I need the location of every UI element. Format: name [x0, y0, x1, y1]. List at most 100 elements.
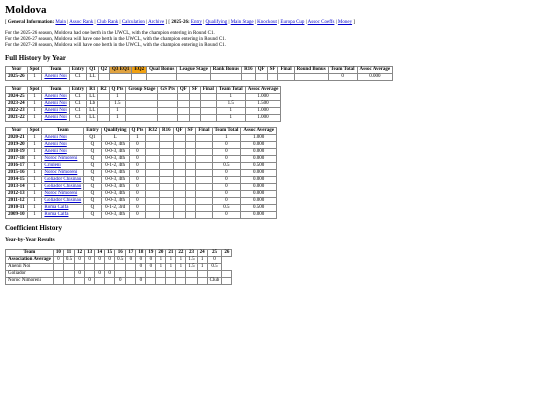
team-link[interactable]: Roma Calfa	[44, 212, 68, 217]
team-link[interactable]: Roma Calfa	[44, 205, 68, 210]
team-link[interactable]: Anenii Noi	[44, 94, 66, 99]
table-cell: 0-1-2, 4th	[100, 162, 130, 170]
table-cell	[195, 155, 213, 163]
table-cell: 0	[104, 270, 116, 278]
table-cell: 1	[155, 263, 167, 271]
team-link[interactable]: Anenii Noi	[44, 108, 66, 113]
column-header: Final	[277, 66, 295, 74]
table-row: 2023-24 1 Anenii Noi C1 Lb 1.5 1.5 1.500	[5, 100, 282, 108]
table-cell	[145, 270, 157, 278]
table-cell: 0	[52, 256, 64, 264]
table-cell	[158, 190, 174, 198]
column-header: 18	[135, 249, 147, 257]
table-cell: 0.5	[114, 256, 127, 264]
nav-link-entry[interactable]: Entry	[191, 20, 202, 25]
table-cell: 0.000	[240, 141, 277, 149]
table-cell: 1	[26, 107, 43, 115]
table-row: 2022-23 1 Anenii Noi C1 LL 1 1 1.000	[5, 107, 282, 115]
table-cell: 1	[108, 114, 127, 122]
table-cell: 1.000	[244, 107, 282, 115]
table-cell: Club	[206, 277, 223, 285]
page-title: Moldova	[5, 4, 47, 16]
table-row: 2024-25 1 Anenii Noi C1 LL 1 1 1.000	[5, 93, 282, 101]
berth-note: For the 2027-28 season, Moldova will hav…	[5, 43, 226, 48]
table-cell: C1	[68, 114, 88, 122]
team-link[interactable]: Noroc Nimoreni	[44, 170, 77, 175]
column-header: SF	[188, 86, 201, 94]
table-cell	[158, 148, 174, 156]
team-link[interactable]: Anenii Noi	[44, 135, 66, 140]
team-link[interactable]: Criuleni	[44, 163, 60, 168]
table-cell: LL	[86, 107, 99, 115]
team-link[interactable]: Anenii Noi	[44, 115, 66, 120]
column-header: Q3 EQ1	[109, 66, 133, 74]
nav-link-assoc-rank[interactable]: Assoc Rank	[69, 20, 93, 25]
table-cell	[277, 73, 295, 81]
team-link[interactable]: Goliador Chisinau	[44, 184, 81, 189]
table-cell: 0	[94, 256, 106, 264]
team-link[interactable]: Goliador Chisinau	[44, 198, 81, 203]
table-cell	[104, 263, 116, 271]
table-cell	[165, 270, 177, 278]
team-cell: Anenii Noi	[41, 134, 85, 142]
table-cell: 0-0-3, 4th	[100, 197, 130, 205]
table-cell: Q	[83, 211, 102, 219]
table-cell	[125, 100, 159, 108]
table-cell	[172, 183, 186, 191]
nav-link-assoc-coeffs[interactable]: Assoc Coeffs	[308, 20, 335, 25]
table-cell	[158, 155, 174, 163]
table-cell: 0	[135, 277, 147, 285]
table-cell	[184, 197, 197, 205]
nav-link-europa-cup[interactable]: Europa Cup	[280, 20, 304, 25]
nav-link-knockout[interactable]: Knockout	[257, 20, 277, 25]
column-header: 10	[52, 249, 64, 257]
table-cell	[188, 107, 201, 115]
team-link[interactable]: Anenii Noi	[44, 74, 66, 79]
table-cell	[172, 155, 186, 163]
team-link[interactable]: Noroc Nimoreni	[44, 191, 77, 196]
team-cell: Anenii Noi	[5, 263, 54, 271]
team-link[interactable]: Anenii Noi	[44, 142, 66, 147]
nav-link-main-stage[interactable]: Main Stage	[231, 20, 254, 25]
table-cell: 1	[26, 169, 43, 177]
table-cell	[188, 100, 201, 108]
nav-link-money[interactable]: Money	[338, 20, 352, 25]
table-cell: 1.5	[185, 256, 198, 264]
table-cell	[145, 155, 160, 163]
table-cell: 2025-26	[5, 73, 28, 81]
team-link[interactable]: Anenii Noi	[44, 149, 66, 154]
table-cell	[172, 162, 186, 170]
team-link[interactable]: Noroc Nimoreni	[44, 156, 77, 161]
nav-bar: [ General Information: Main | Assoc Rank…	[5, 20, 355, 25]
table-cell	[176, 100, 190, 108]
team-link[interactable]: Anenii Noi	[44, 101, 66, 106]
column-header: Q2	[97, 66, 111, 74]
team-link[interactable]: Goliador Chisinau	[44, 177, 81, 182]
table-cell	[158, 204, 174, 212]
table-cell	[195, 169, 213, 177]
table-cell: 1	[196, 256, 208, 264]
table-cell	[62, 263, 76, 271]
table-cell: 0-0-3, 4th	[100, 155, 130, 163]
table-cell: 0	[128, 211, 147, 219]
team-cell: Noroc Nimoreni	[5, 277, 54, 285]
nav-link-club-rank[interactable]: Club Rank	[97, 20, 119, 25]
table-cell	[172, 211, 186, 219]
table-cell: 1	[26, 73, 43, 81]
nav-link-qualifying[interactable]: Qualifying	[206, 20, 228, 25]
table-cell: 0	[211, 211, 242, 219]
column-header: Group Stage	[125, 86, 159, 94]
column-header: 23	[185, 249, 198, 257]
nav-link-archive[interactable]: Archive	[148, 20, 164, 25]
year-by-year-table: Team 10 11 12 13 14 15 16 17 18 19 20 21 22 23 24 25 26 As…	[5, 249, 233, 285]
table-cell	[158, 169, 174, 177]
table-cell	[84, 270, 96, 278]
table-cell	[199, 100, 217, 108]
table-cell: 1	[165, 256, 177, 264]
table-cell: 0	[128, 141, 147, 149]
table-cell	[97, 114, 110, 122]
table-cell	[172, 141, 186, 149]
nav-link-calculation[interactable]: Calculation	[122, 20, 145, 25]
table-cell	[74, 277, 86, 285]
nav-link-main[interactable]: Main	[55, 20, 66, 25]
